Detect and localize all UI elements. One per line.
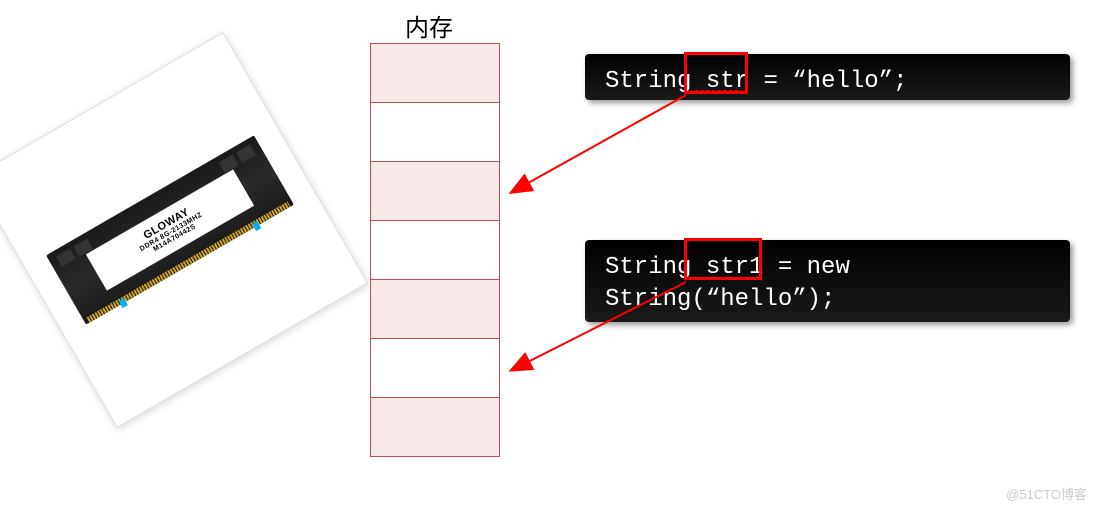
code-type: String xyxy=(605,68,691,95)
memory-cell xyxy=(370,102,500,162)
ram-stick: GLOWAY DDR4 8G-2133MHZ M14A70442S xyxy=(46,135,294,324)
memory-cell xyxy=(370,220,500,280)
watermark: @51CTO博客 xyxy=(1006,484,1087,503)
code-assign: = new xyxy=(778,254,850,281)
arrow-str xyxy=(512,95,686,192)
code-box-str1: String str1 = new String(“hello”); xyxy=(585,240,1070,322)
ram-chip xyxy=(56,249,76,267)
code-assign: = “hello”; xyxy=(763,68,907,95)
underline-wiggle xyxy=(693,90,741,94)
ram-chip xyxy=(236,145,256,163)
memory-cell xyxy=(370,161,500,221)
ram-photo: GLOWAY DDR4 8G-2133MHZ M14A70442S xyxy=(0,32,368,428)
memory-cell xyxy=(370,338,500,398)
memory-cell xyxy=(370,397,500,457)
code-line2b: String(“hello”); xyxy=(605,286,835,313)
code-type: String xyxy=(605,254,691,281)
memory-cell xyxy=(370,43,500,103)
code-var: str1 xyxy=(706,254,764,281)
memory-cell xyxy=(370,279,500,339)
memory-title: 内存 xyxy=(405,8,453,43)
code-box-str: String str = “hello”; xyxy=(585,54,1070,100)
ram-chip xyxy=(219,155,239,173)
memory-column xyxy=(370,44,500,457)
